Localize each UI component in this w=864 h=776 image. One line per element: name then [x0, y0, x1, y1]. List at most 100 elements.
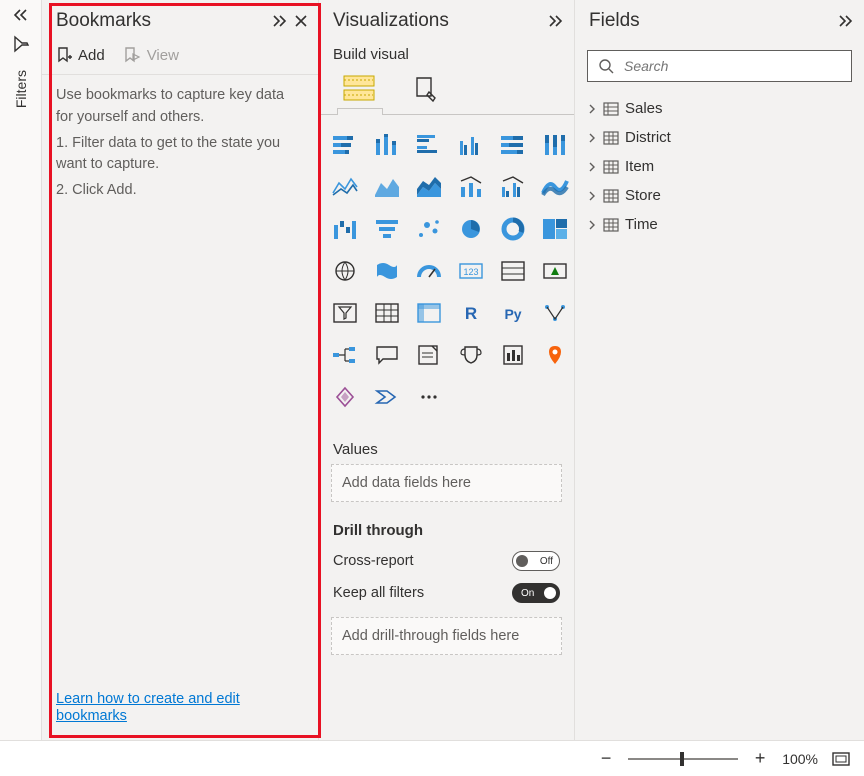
- line-clustered-column-icon[interactable]: [495, 169, 531, 205]
- bookmarks-hint-intro: Use bookmarks to capture key data for yo…: [56, 85, 304, 129]
- fields-collapse-icon[interactable]: [836, 14, 854, 28]
- filters-label: Filters: [13, 70, 29, 108]
- chevron-right-icon: [587, 220, 597, 230]
- svg-text:R: R: [465, 304, 477, 323]
- goals-icon[interactable]: [453, 337, 489, 373]
- fields-tree: Sales District Item Store Time: [575, 86, 864, 247]
- area-chart-icon[interactable]: [369, 169, 405, 205]
- bookmark-add-button[interactable]: Add: [56, 46, 105, 64]
- clustered-bar-chart-icon[interactable]: [411, 127, 447, 163]
- kpi-icon[interactable]: [537, 253, 573, 289]
- zoom-out-button[interactable]: −: [598, 748, 614, 769]
- r-visual-icon[interactable]: R: [453, 295, 489, 331]
- fields-pane: Fields Sales District: [575, 0, 864, 740]
- decomposition-tree-icon[interactable]: [327, 337, 363, 373]
- zoom-in-button[interactable]: +: [752, 748, 768, 769]
- visual-gallery: 123 R Py: [327, 127, 566, 415]
- gauge-icon[interactable]: [411, 253, 447, 289]
- bookmarks-hint-step1: 1. Filter data to get to the state you w…: [56, 133, 304, 177]
- bookmarks-pane: Bookmarks Add View Use bookmarks to capt: [42, 0, 319, 740]
- chevron-right-icon: [587, 104, 597, 114]
- smart-narrative-icon[interactable]: [411, 337, 447, 373]
- table-store[interactable]: Store: [581, 181, 858, 210]
- hundred-stacked-column-icon[interactable]: [537, 127, 573, 163]
- format-visual-tab[interactable]: [407, 71, 443, 107]
- bookmark-add-label: Add: [78, 47, 105, 64]
- more-visuals-icon[interactable]: [411, 379, 447, 415]
- table-sales[interactable]: Sales: [581, 94, 858, 123]
- drill-through-label: Drill through: [319, 502, 574, 545]
- paginated-report-icon[interactable]: [495, 337, 531, 373]
- fit-to-page-icon[interactable]: [832, 752, 850, 766]
- zoom-slider[interactable]: [628, 758, 738, 760]
- slicer-icon[interactable]: [327, 295, 363, 331]
- ribbon-chart-icon[interactable]: [537, 169, 573, 205]
- values-well[interactable]: Add data fields here: [331, 464, 562, 502]
- qna-icon[interactable]: [369, 337, 405, 373]
- bookmark-view-button: View: [123, 46, 179, 64]
- line-chart-icon[interactable]: [327, 169, 363, 205]
- bookmarks-collapse-icon[interactable]: [270, 14, 288, 28]
- zoom-bar: − + 100%: [0, 740, 864, 776]
- chevron-right-icon: [587, 162, 597, 172]
- waterfall-chart-icon[interactable]: [327, 211, 363, 247]
- build-visual-tab[interactable]: [341, 71, 377, 107]
- visualizations-pane: Visualizations Build visual: [319, 0, 575, 740]
- line-stacked-column-icon[interactable]: [453, 169, 489, 205]
- table-item[interactable]: Item: [581, 152, 858, 181]
- calc-table-icon: [603, 101, 619, 117]
- cross-report-label: Cross-report: [333, 553, 414, 569]
- card-icon[interactable]: 123: [453, 253, 489, 289]
- table-icon: [603, 159, 619, 175]
- multi-row-card-icon[interactable]: [495, 253, 531, 289]
- visualizations-title: Visualizations: [333, 10, 449, 32]
- map-icon[interactable]: [327, 253, 363, 289]
- visualizations-collapse-icon[interactable]: [546, 14, 564, 28]
- cross-report-toggle[interactable]: Off: [512, 551, 560, 571]
- build-visual-label: Build visual: [319, 42, 574, 63]
- search-input[interactable]: [622, 57, 841, 75]
- table-icon[interactable]: [369, 295, 405, 331]
- chevron-right-icon: [587, 191, 597, 201]
- stacked-column-chart-icon[interactable]: [369, 127, 405, 163]
- bookmark-view-label: View: [147, 47, 179, 64]
- arcgis-map-icon[interactable]: [537, 337, 573, 373]
- bookmarks-title: Bookmarks: [56, 10, 151, 32]
- stacked-bar-chart-icon[interactable]: [327, 127, 363, 163]
- table-icon: [603, 188, 619, 204]
- keep-filters-label: Keep all filters: [333, 585, 424, 601]
- keep-filters-toggle[interactable]: On: [512, 583, 560, 603]
- matrix-icon[interactable]: [411, 295, 447, 331]
- key-influencers-icon[interactable]: [537, 295, 573, 331]
- funnel-chart-icon[interactable]: [369, 211, 405, 247]
- python-visual-icon[interactable]: Py: [495, 295, 531, 331]
- filters-funnel-icon[interactable]: [11, 34, 31, 54]
- chevron-right-icon: [587, 133, 597, 143]
- drill-through-well[interactable]: Add drill-through fields here: [331, 617, 562, 655]
- svg-text:123: 123: [463, 267, 478, 277]
- zoom-level: 100%: [782, 751, 818, 767]
- table-time[interactable]: Time: [581, 210, 858, 239]
- fields-search-box[interactable]: [587, 50, 852, 82]
- svg-text:Py: Py: [504, 306, 521, 322]
- filters-expand-icon[interactable]: [12, 8, 30, 22]
- stacked-area-chart-icon[interactable]: [411, 169, 447, 205]
- treemap-icon[interactable]: [537, 211, 573, 247]
- bookmarks-learn-link[interactable]: Learn how to create and edit bookmarks: [56, 691, 240, 724]
- table-icon: [603, 130, 619, 146]
- table-district[interactable]: District: [581, 123, 858, 152]
- clustered-column-chart-icon[interactable]: [453, 127, 489, 163]
- power-automate-icon[interactable]: [369, 379, 405, 415]
- scatter-chart-icon[interactable]: [411, 211, 447, 247]
- filters-pane-collapsed: Filters: [0, 0, 42, 740]
- pie-chart-icon[interactable]: [453, 211, 489, 247]
- fields-title: Fields: [589, 10, 640, 32]
- bookmarks-hint-step2: 2. Click Add.: [56, 180, 304, 202]
- powerapps-icon[interactable]: [327, 379, 363, 415]
- table-icon: [603, 217, 619, 233]
- donut-chart-icon[interactable]: [495, 211, 531, 247]
- filled-map-icon[interactable]: [369, 253, 405, 289]
- hundred-stacked-bar-icon[interactable]: [495, 127, 531, 163]
- values-label: Values: [319, 421, 574, 464]
- bookmarks-close-icon[interactable]: [294, 14, 308, 28]
